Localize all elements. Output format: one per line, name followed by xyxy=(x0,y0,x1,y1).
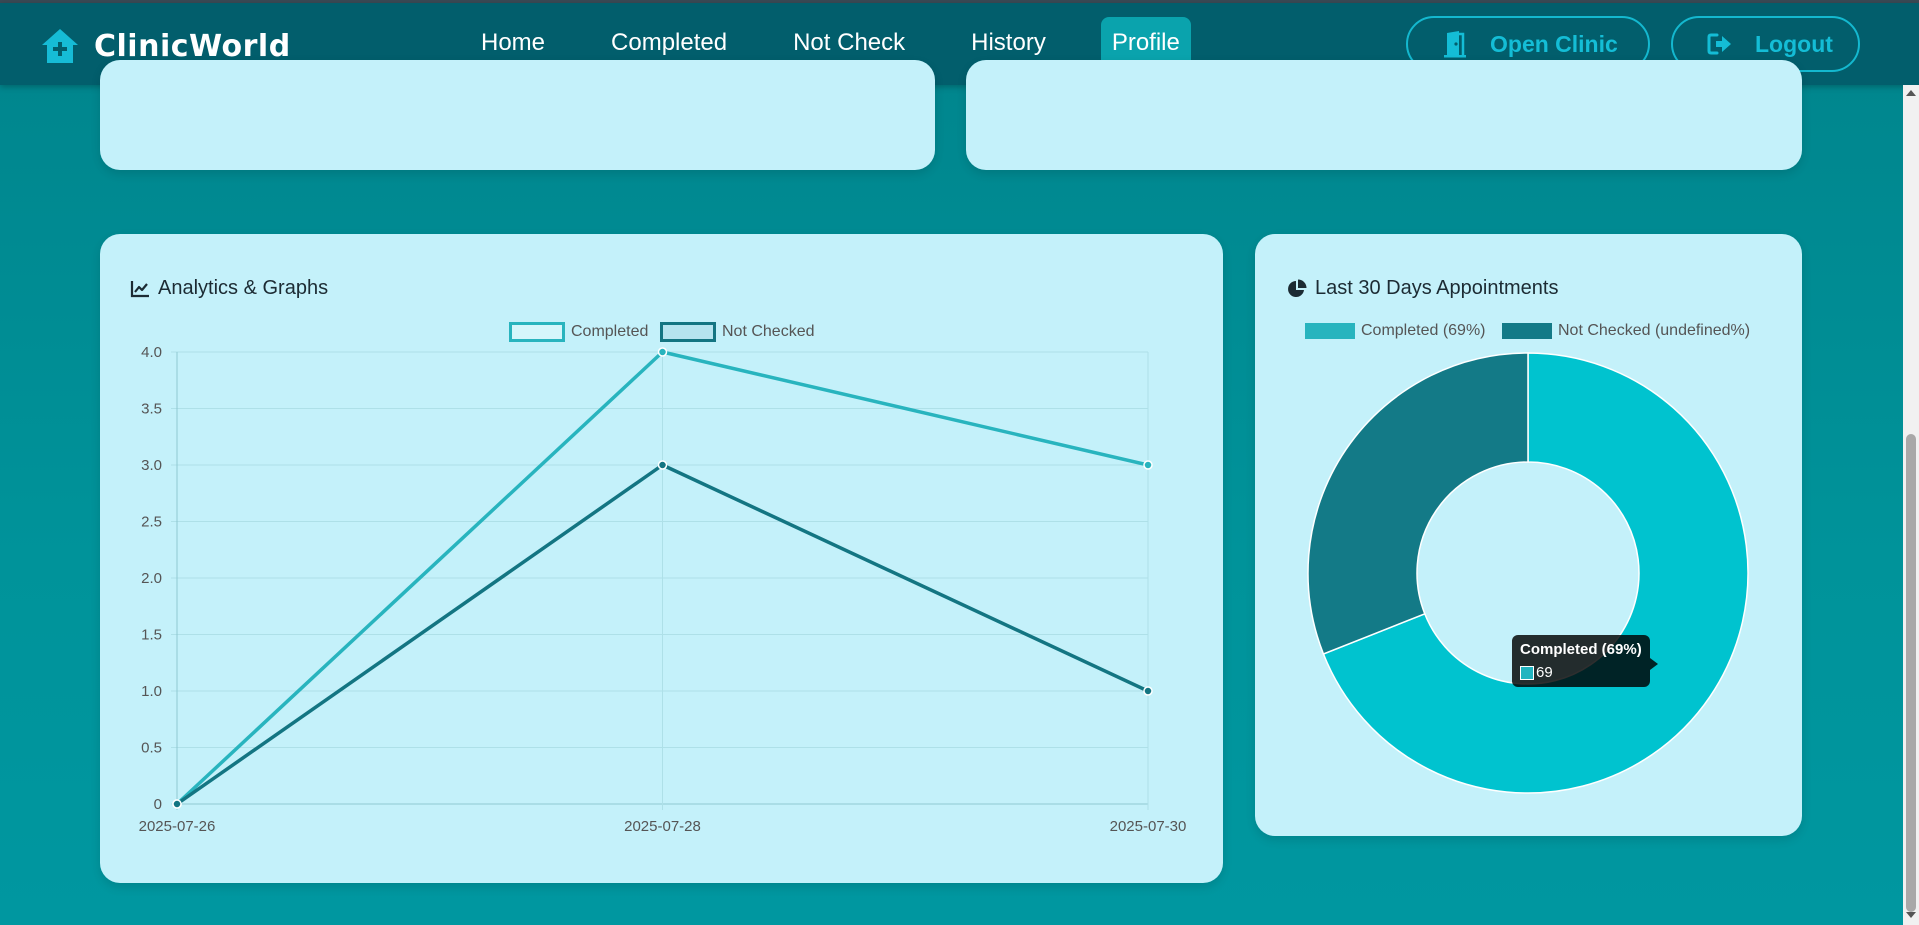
y-tick-label: 0.5 xyxy=(141,740,162,757)
pie-slice-not-checked xyxy=(1307,352,1529,655)
data-point xyxy=(1143,686,1153,696)
logout-label: Logout xyxy=(1755,30,1833,57)
pie-chart xyxy=(1307,352,1749,794)
chart-tooltip: Completed (69%) 69 xyxy=(1512,635,1658,687)
scroll-up-arrow[interactable] xyxy=(1906,90,1916,96)
y-tick-label: 3.0 xyxy=(141,457,162,474)
tooltip-row: 69 xyxy=(1520,664,1642,681)
x-tick-label: 2025-07-30 xyxy=(1110,818,1187,835)
y-tick-label: 2.0 xyxy=(141,570,162,587)
y-tick-label: 3.5 xyxy=(141,401,162,418)
data-point xyxy=(172,799,182,809)
brand-name: ClinicWorld xyxy=(94,28,291,64)
pie-card: Last 30 Days Appointments Completed (69%… xyxy=(1255,234,1802,836)
tooltip-value: 69 xyxy=(1536,664,1553,681)
data-point xyxy=(657,347,668,357)
y-tick-label: 0 xyxy=(154,796,162,813)
x-tick-label: 2025-07-26 xyxy=(139,818,216,835)
y-tick-label: 1.5 xyxy=(141,627,162,644)
open-clinic-label: Open Clinic xyxy=(1490,30,1618,57)
tooltip-title: Completed (69%) xyxy=(1520,641,1642,658)
y-tick-label: 1.0 xyxy=(141,683,162,700)
logout-icon xyxy=(1707,33,1731,55)
analytics-card: Analytics & Graphs Completed Not Checked… xyxy=(100,234,1223,883)
tooltip-swatch xyxy=(1520,665,1534,680)
data-point xyxy=(657,460,668,470)
clinic-home-icon xyxy=(42,29,78,63)
y-tick-label: 2.5 xyxy=(141,514,162,531)
line-chart: 0 0.5 1.0 1.5 2.0 2.5 3.0 3.5 4.0 2025-07-26 2025-… xyxy=(139,344,1187,835)
scrollbar-thumb[interactable] xyxy=(1906,434,1916,912)
top-right-card xyxy=(966,60,1802,170)
x-tick-label: 2025-07-28 xyxy=(624,818,701,835)
top-left-card xyxy=(100,60,935,170)
data-point xyxy=(1143,460,1153,470)
door-open-icon xyxy=(1444,31,1466,58)
y-tick-label: 4.0 xyxy=(141,344,162,361)
tooltip-caret xyxy=(1649,658,1658,670)
scroll-down-arrow[interactable] xyxy=(1906,912,1916,918)
